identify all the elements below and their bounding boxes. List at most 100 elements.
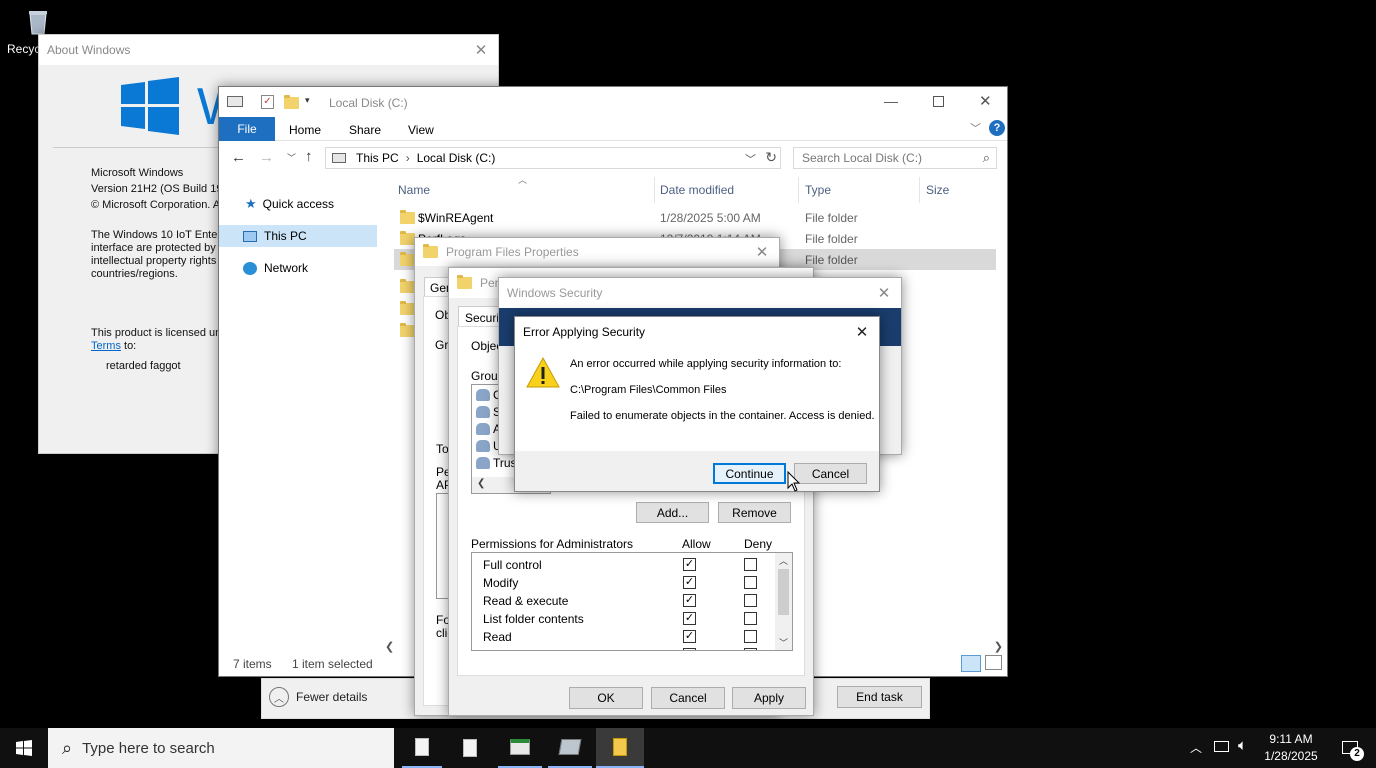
allow-header: Allow bbox=[682, 537, 711, 551]
breadcrumb-separator: › bbox=[405, 151, 410, 165]
minimize-button[interactable]: — bbox=[884, 93, 904, 109]
customize-qat-icon[interactable]: ▾ bbox=[305, 95, 310, 106]
start-button[interactable] bbox=[0, 728, 48, 768]
taskbar-app-control-panel[interactable] bbox=[548, 728, 592, 768]
nav-label: Network bbox=[264, 261, 309, 275]
users-icon bbox=[476, 406, 490, 418]
version-info: Microsoft Windows Version 21H2 (OS Build… bbox=[91, 165, 229, 213]
allow-checkbox[interactable]: ✓ bbox=[683, 576, 696, 589]
recent-locations-icon[interactable]: ﹀ bbox=[287, 151, 296, 164]
search-box[interactable]: Search Local Disk (C:) ⌕ bbox=[793, 147, 997, 169]
file-type: File folder bbox=[805, 253, 858, 267]
help-icon[interactable]: ? bbox=[989, 120, 1005, 136]
column-name[interactable]: Name bbox=[398, 183, 430, 197]
list-item: Read & execute bbox=[483, 594, 569, 608]
file-date: 1/28/2025 5:00 AM bbox=[660, 211, 761, 225]
props-label: To bbox=[436, 442, 449, 456]
scroll-left-icon[interactable]: ❮ bbox=[477, 478, 485, 489]
about-close-button[interactable]: ✕ bbox=[470, 39, 492, 61]
terms-suffix: to: bbox=[120, 340, 137, 352]
permissions-scrollbar[interactable]: ︿ ﹀ bbox=[775, 553, 792, 650]
address-bar[interactable]: This PC › Local Disk (C:) ﹀ ↻ bbox=[325, 147, 781, 169]
details-view-icon[interactable] bbox=[961, 655, 981, 672]
end-task-button[interactable]: End task bbox=[837, 686, 922, 708]
tab-file[interactable]: File bbox=[219, 117, 275, 141]
column-date[interactable]: Date modified bbox=[660, 183, 734, 197]
allow-checkbox[interactable]: ✓ bbox=[683, 630, 696, 643]
new-folder-quick-icon[interactable] bbox=[284, 95, 299, 109]
taskbar-app-file-explorer[interactable] bbox=[596, 728, 644, 768]
notifications-button[interactable]: 2 bbox=[1330, 728, 1370, 768]
pc-breadcrumb-icon bbox=[332, 153, 346, 163]
taskbar-search-box[interactable]: ⌕ Type here to search bbox=[48, 728, 394, 768]
up-icon[interactable]: ↑ bbox=[305, 148, 313, 165]
fewer-details-link[interactable]: Fewer details bbox=[296, 690, 367, 704]
users-icon bbox=[476, 457, 490, 469]
properties-titlebar[interactable]: Program Files Properties bbox=[415, 238, 779, 266]
tab-view[interactable]: View bbox=[408, 123, 434, 137]
explorer-titlebar[interactable]: ✓ ▾ Local Disk (C:) — ✕ bbox=[219, 87, 1007, 117]
show-hidden-icons-icon[interactable]: ︿ bbox=[1190, 739, 1202, 756]
control-panel-icon bbox=[558, 739, 582, 755]
allow-checkbox[interactable]: ✓ bbox=[683, 558, 696, 571]
address-dropdown-icon[interactable]: ﹀ bbox=[745, 151, 756, 167]
error-cancel-button[interactable]: Cancel bbox=[794, 463, 867, 484]
windows-security-titlebar[interactable]: Windows Security bbox=[499, 278, 901, 308]
allow-checkbox[interactable]: ✓ bbox=[683, 594, 696, 607]
close-button[interactable]: ✕ bbox=[979, 92, 992, 110]
deny-checkbox[interactable] bbox=[744, 576, 757, 589]
breadcrumb-local-disk[interactable]: Local Disk (C:) bbox=[417, 151, 496, 165]
error-detail: Failed to enumerate objects in the conta… bbox=[570, 410, 875, 422]
error-dialog-close-button[interactable]: ✕ bbox=[851, 321, 873, 343]
list-item[interactable]: Trus bbox=[476, 456, 517, 470]
network-tray-icon[interactable] bbox=[1214, 741, 1229, 752]
allow-checkbox[interactable]: ✓ bbox=[683, 612, 696, 625]
scroll-up-icon[interactable]: ︿ bbox=[779, 554, 788, 567]
deny-checkbox[interactable] bbox=[744, 594, 757, 607]
refresh-icon[interactable]: ↻ bbox=[765, 149, 777, 166]
table-row[interactable]: $WinREAgent 1/28/2025 5:00 AM File folde… bbox=[394, 207, 996, 228]
maximize-button[interactable] bbox=[933, 96, 944, 107]
back-icon[interactable]: ← bbox=[231, 149, 246, 166]
windows-security-close-button[interactable]: ✕ bbox=[873, 282, 895, 304]
deny-checkbox[interactable] bbox=[744, 558, 757, 571]
tab-home[interactable]: Home bbox=[289, 123, 321, 137]
breadcrumb-this-pc[interactable]: This PC bbox=[356, 151, 399, 165]
fewer-details-icon[interactable]: ︿ bbox=[269, 687, 289, 707]
permissions-list: Full control Modify Read & execute List … bbox=[471, 552, 793, 651]
taskbar-app-document[interactable] bbox=[450, 728, 490, 768]
deny-checkbox[interactable] bbox=[744, 630, 757, 643]
scroll-thumb[interactable] bbox=[778, 569, 789, 615]
scroll-down-icon[interactable]: ﹀ bbox=[779, 636, 788, 649]
expand-ribbon-icon[interactable]: ﹀ bbox=[970, 120, 981, 136]
continue-button[interactable]: Continue bbox=[713, 463, 786, 484]
add-button[interactable]: Add... bbox=[636, 502, 709, 523]
remove-button[interactable]: Remove bbox=[718, 502, 791, 523]
folder-icon bbox=[400, 252, 415, 266]
tab-share[interactable]: Share bbox=[349, 123, 381, 137]
apply-button[interactable]: Apply bbox=[732, 687, 806, 709]
clock[interactable]: 9:11 AM 1/28/2025 bbox=[1260, 731, 1322, 765]
about-windows-titlebar[interactable]: About Windows bbox=[39, 35, 498, 65]
ok-button[interactable]: OK bbox=[569, 687, 643, 709]
folder-icon bbox=[423, 244, 438, 258]
properties-close-button[interactable]: ✕ bbox=[751, 241, 773, 263]
forward-icon[interactable]: → bbox=[259, 149, 274, 166]
nav-this-pc[interactable]: This PC bbox=[219, 225, 377, 247]
nav-network[interactable]: Network bbox=[219, 257, 377, 279]
cancel-button[interactable]: Cancel bbox=[651, 687, 725, 709]
volume-icon[interactable]: 🔈︎ bbox=[1238, 737, 1247, 754]
properties-quick-icon[interactable]: ✓ bbox=[261, 95, 274, 109]
deny-checkbox[interactable] bbox=[744, 612, 757, 625]
legal-text: The Windows 10 IoT Enter interface are p… bbox=[91, 229, 221, 281]
error-dialog-titlebar[interactable]: Error Applying Security bbox=[515, 317, 879, 347]
taskbar-app-task-manager[interactable] bbox=[498, 728, 542, 768]
column-size[interactable]: Size bbox=[926, 183, 949, 197]
nav-quick-access[interactable]: ★ Quick access bbox=[219, 193, 377, 215]
large-icons-view-icon[interactable] bbox=[985, 655, 1002, 670]
deny-checkbox[interactable] bbox=[744, 648, 757, 650]
terms-link[interactable]: Terms bbox=[91, 340, 121, 352]
column-type[interactable]: Type bbox=[805, 183, 831, 197]
allow-checkbox[interactable] bbox=[683, 648, 696, 650]
taskbar-app-notepad[interactable] bbox=[402, 728, 442, 768]
